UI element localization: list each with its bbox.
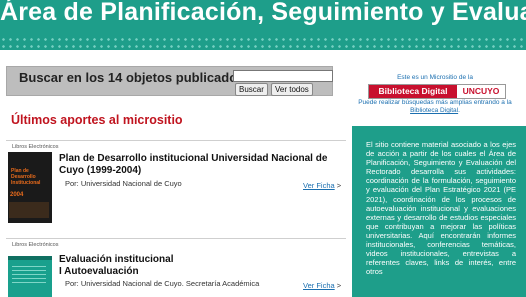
banner-pattern <box>0 36 526 50</box>
logo-left-text: Biblioteca Digital <box>369 85 457 98</box>
logo-right-text: UNCUYO <box>462 86 500 96</box>
book-cover-image[interactable] <box>8 256 52 297</box>
header-banner: Área de Planificación, Seguimiento y Eva… <box>0 0 526 50</box>
search-bar: Buscar en los 14 objetos publicados: Bus… <box>6 66 333 96</box>
description-panel: El sitio contiene material asociado a lo… <box>352 126 526 297</box>
item-title[interactable]: Evaluación institucional I Autoevaluació… <box>59 254 173 278</box>
chevron-right-icon: > <box>336 281 342 290</box>
cover-year: 2004 <box>10 192 24 198</box>
item-category: Libros Electrónicos <box>12 144 59 150</box>
cover-graphic <box>9 202 49 218</box>
search-note-prefix: Puede realizar búsquedas más amplias ent… <box>358 99 512 106</box>
chevron-right-icon: > <box>336 181 342 190</box>
cover-text: Plan de Desarrollo Institucional <box>11 168 41 186</box>
search-note-suffix: . <box>458 107 460 114</box>
biblioteca-digital-logo[interactable]: Biblioteca Digital UNCUYO <box>368 84 506 99</box>
item-author: Por: Universidad Nacional de Cuyo. Secre… <box>65 279 260 288</box>
item-category: Libros Electrónicos <box>12 242 59 248</box>
section-title: Últimos aportes al micrositio <box>11 113 183 127</box>
description-text: El sitio contiene material asociado a lo… <box>366 140 516 277</box>
book-cover-image[interactable]: Plan de Desarrollo Institucional 2004 <box>8 152 52 223</box>
item-title[interactable]: Plan de Desarrollo institucional Univers… <box>59 153 327 177</box>
biblioteca-digital-link[interactable]: Biblioteca Digital <box>410 107 458 114</box>
cover-band <box>8 256 52 260</box>
search-note: Puede realizar búsquedas más amplias ent… <box>352 99 518 115</box>
banner-title: Área de Planificación, Seguimiento y Eva… <box>0 0 526 26</box>
item-divider <box>6 140 346 141</box>
buscar-button[interactable]: Buscar <box>235 83 268 96</box>
cover-pattern <box>12 266 46 284</box>
ver-ficha-link[interactable]: Ver Ficha > <box>303 281 341 290</box>
microsite-note: Este es un Micrositio de la <box>397 74 473 81</box>
item-divider <box>6 238 346 239</box>
item-author: Por: Universidad Nacional de Cuyo <box>65 179 182 188</box>
ver-todos-button[interactable]: Ver todos <box>271 83 313 96</box>
search-label: Buscar en los 14 objetos publicados: <box>19 70 249 85</box>
ver-ficha-link[interactable]: Ver Ficha > <box>303 181 341 190</box>
search-input[interactable] <box>233 70 333 82</box>
